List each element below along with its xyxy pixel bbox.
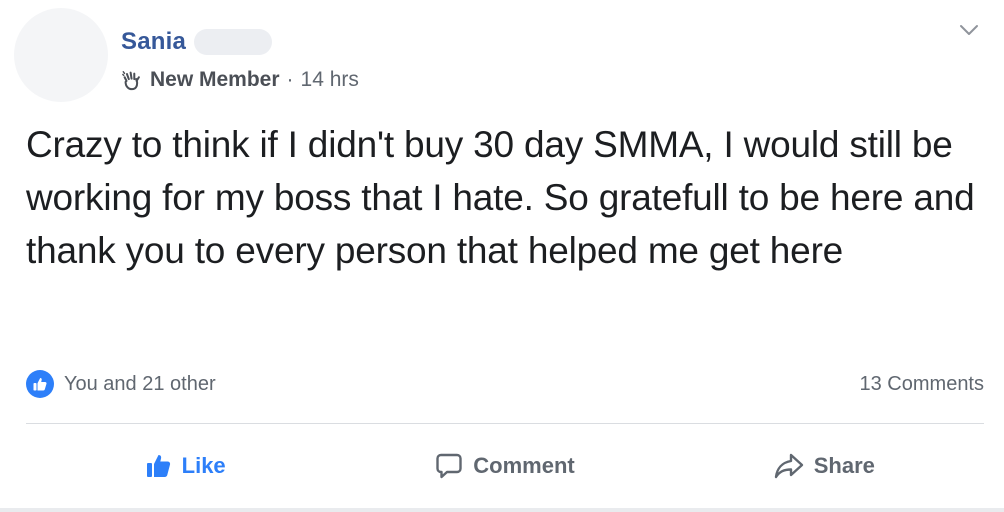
action-bar: Like Comment Share (26, 440, 984, 492)
author-name[interactable]: Sania (121, 28, 186, 56)
post-timestamp[interactable]: 14 hrs (301, 68, 359, 92)
thumbs-up-icon (146, 455, 170, 477)
speech-bubble-icon (436, 453, 462, 479)
like-reaction-badge (26, 370, 54, 398)
card-bottom-border (0, 508, 1004, 512)
comments-count[interactable]: 13 Comments (860, 373, 985, 396)
author-row: Sania (121, 26, 359, 58)
comment-button[interactable]: Comment (345, 440, 664, 492)
post-meta: New Member · 14 hrs (121, 68, 359, 92)
redacted-name-overlay (194, 29, 273, 55)
member-badge[interactable]: New Member (150, 68, 280, 92)
divider (26, 423, 984, 424)
reactions-left[interactable]: You and 21 other (26, 370, 216, 398)
chevron-down-icon[interactable] (958, 22, 980, 38)
wave-hand-icon (122, 71, 140, 91)
avatar[interactable] (14, 8, 108, 102)
share-label: Share (813, 453, 875, 478)
comment-label: Comment (473, 453, 575, 478)
post-card: Sania New Member · 14 hrs Crazy to think… (0, 0, 1004, 512)
reactions-text: You and 21 other (64, 372, 216, 395)
like-button[interactable]: Like (26, 440, 345, 492)
reactions-summary: You and 21 other 13 Comments (26, 367, 984, 401)
meta-separator: · (286, 68, 294, 91)
share-button[interactable]: Share (665, 440, 984, 492)
thumbs-up-icon (33, 378, 47, 391)
like-label: Like (181, 453, 226, 478)
post-body: Crazy to think if I didn't buy 30 day SM… (26, 124, 975, 271)
share-arrow-icon (774, 453, 803, 479)
post-header: Sania New Member · 14 hrs (121, 26, 359, 92)
